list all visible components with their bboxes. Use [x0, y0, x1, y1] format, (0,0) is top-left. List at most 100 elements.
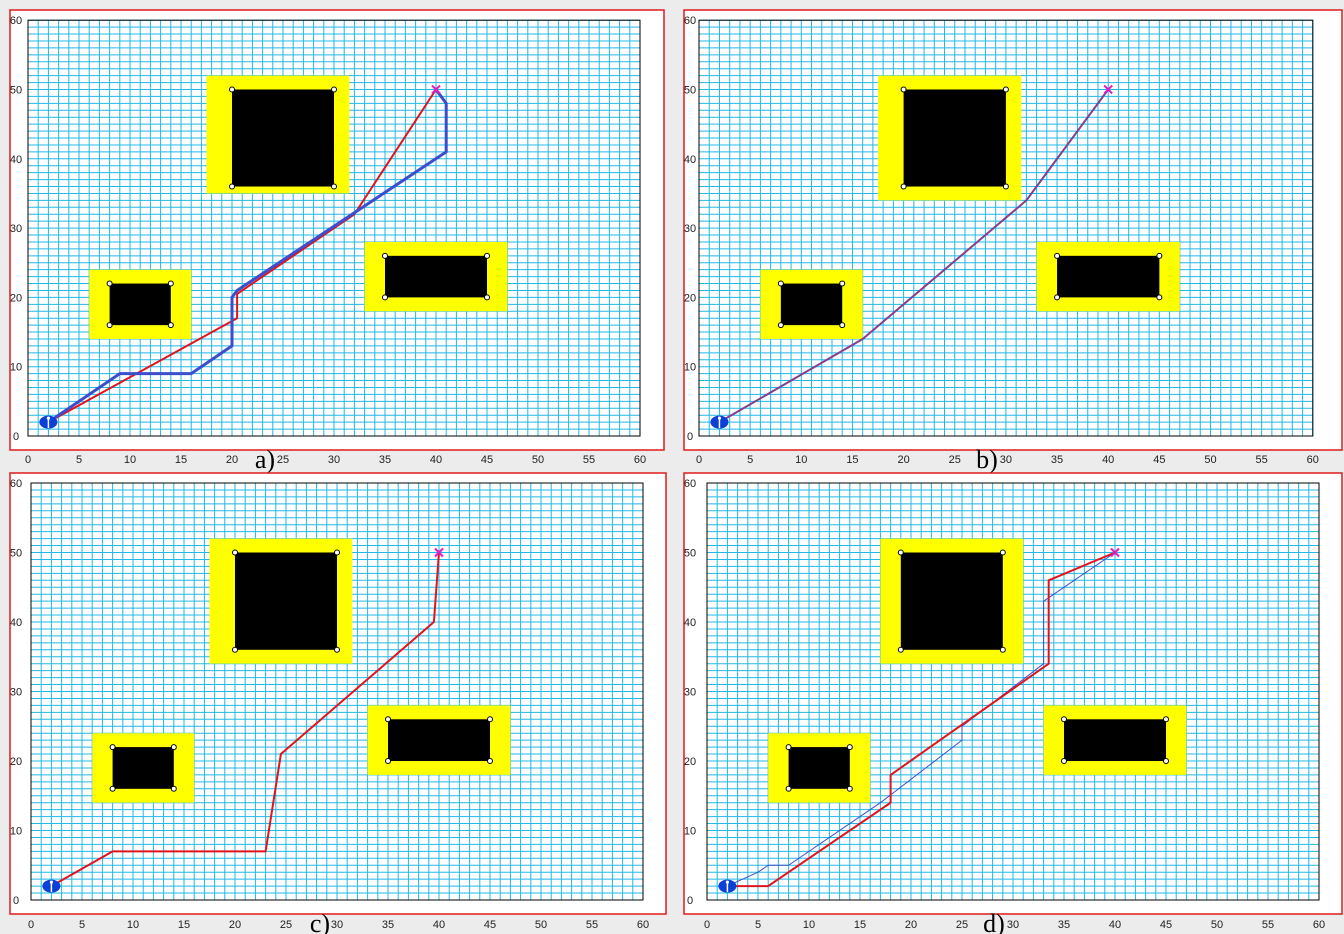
obstacle-vertex	[109, 744, 116, 751]
panel-a: 0 5 10 15 20 25 30 35 40 45 50 55 60 0 10 20 30 40 50 60 a)	[9, 9, 665, 474]
obstacle-vertex	[897, 549, 904, 556]
obstacle-vertex	[484, 252, 490, 259]
obstacle-vertex	[382, 294, 388, 301]
x-tick-label: 60	[1307, 454, 1319, 466]
obstacle-core	[388, 719, 490, 761]
obstacle-2	[92, 733, 195, 803]
y-tick-label: 30	[10, 687, 22, 699]
y-tick-label: 30	[684, 687, 696, 699]
x-tick-label: 10	[795, 454, 807, 466]
x-tick-label: 20	[905, 919, 917, 931]
x-tick-label: 25	[956, 919, 968, 931]
obstacle-vertex	[232, 646, 238, 653]
x-tick-label: 35	[382, 919, 394, 931]
obstacle-1	[206, 75, 350, 194]
x-tick-label: 50	[1204, 454, 1216, 466]
y-tick-label: 60	[684, 478, 696, 490]
panel-d: 0 5 10 15 20 25 30 35 40 45 50 55 60 0 10 20 30 40 50 60 d)	[683, 472, 1343, 934]
y-tick-label: 60	[10, 478, 22, 490]
panel-b: 0 5 10 15 20 25 30 35 40 45 50 55 60 0 10 20 30 40 50 60 b)	[683, 9, 1343, 474]
panel-label: d)	[983, 909, 1005, 934]
obstacle-vertex	[109, 785, 116, 792]
obstacle-vertex	[1061, 758, 1067, 764]
x-tick-label: 55	[586, 919, 598, 931]
x-tick-label: 30	[1000, 454, 1012, 466]
y-tick-label: 20	[684, 292, 696, 304]
y-tick-label: 10	[684, 362, 696, 374]
obstacle-vertex	[785, 785, 792, 792]
obstacle-1	[209, 538, 353, 664]
obstacle-vertex	[170, 785, 177, 792]
y-tick-label: 60	[10, 15, 22, 27]
obstacle-vertex	[385, 758, 391, 764]
y-tick-label: 60	[684, 15, 696, 27]
obstacle-vertex	[1054, 252, 1061, 259]
obstacle-vertex	[385, 716, 391, 723]
x-tick-label: 15	[846, 454, 858, 466]
obstacle-vertex	[1156, 294, 1163, 301]
x-tick-label: 45	[481, 454, 493, 466]
x-tick-label: 35	[379, 454, 391, 466]
x-tick-label: 35	[1051, 454, 1063, 466]
obstacle-vertex	[1163, 758, 1169, 764]
obstacle-2	[768, 733, 871, 803]
y-tick-label: 0	[13, 895, 19, 907]
x-tick-label: 20	[229, 919, 241, 931]
x-tick-label: 45	[484, 919, 496, 931]
y-tick-label: 50	[10, 548, 22, 560]
obstacle-core	[788, 747, 850, 789]
x-tick-label: 20	[897, 454, 909, 466]
obstacle-vertex	[167, 322, 174, 329]
x-tick-label: 0	[696, 454, 702, 466]
x-tick-label: 50	[532, 454, 544, 466]
y-tick-label: 0	[687, 895, 693, 907]
obstacle-core	[385, 255, 487, 298]
x-tick-label: 55	[1256, 454, 1268, 466]
y-tick-label: 20	[10, 756, 22, 768]
obstacle-vertex	[229, 183, 235, 190]
obstacle-vertex	[232, 549, 238, 556]
y-tick-label: 10	[684, 826, 696, 838]
obstacle-vertex	[900, 86, 907, 93]
obstacle-core	[903, 89, 1006, 187]
obstacle-vertex	[334, 646, 340, 653]
y-tick-label: 0	[687, 431, 693, 443]
y-tick-label: 40	[684, 617, 696, 629]
obstacle-vertex	[334, 549, 340, 556]
obstacle-vertex	[846, 785, 853, 792]
x-tick-label: 5	[76, 454, 82, 466]
obstacle-vertex	[1061, 716, 1067, 723]
start-robot-icon	[718, 879, 737, 893]
x-tick-label: 55	[1262, 919, 1274, 931]
obstacle-vertex	[999, 646, 1006, 653]
obstacle-vertex	[999, 549, 1006, 556]
x-tick-label: 40	[430, 454, 442, 466]
obstacle-vertex	[777, 280, 784, 287]
x-tick-label: 40	[1102, 454, 1114, 466]
obstacle-2	[89, 269, 192, 339]
x-tick-label: 60	[637, 919, 649, 931]
obstacle-vertex	[839, 322, 846, 329]
obstacle-3	[1043, 705, 1187, 775]
obstacle-vertex	[1163, 716, 1169, 723]
x-tick-label: 40	[1109, 919, 1121, 931]
y-tick-label: 40	[10, 617, 22, 629]
x-tick-label: 0	[25, 454, 31, 466]
obstacle-vertex	[484, 294, 490, 301]
y-tick-label: 20	[10, 292, 22, 304]
obstacle-vertex	[487, 758, 493, 764]
x-tick-label: 40	[433, 919, 445, 931]
x-tick-label: 25	[277, 454, 289, 466]
x-tick-label: 5	[755, 919, 761, 931]
obstacle-3	[367, 705, 511, 775]
x-tick-label: 25	[280, 919, 292, 931]
start-robot-icon	[710, 415, 729, 429]
x-tick-label: 50	[535, 919, 547, 931]
obstacle-vertex	[382, 252, 388, 259]
obstacle-vertex	[229, 86, 235, 93]
start-robot-icon	[42, 879, 61, 893]
obstacle-core	[235, 552, 337, 650]
start-robot-icon	[39, 415, 58, 429]
obstacle-core	[900, 552, 1003, 650]
x-tick-label: 10	[127, 919, 139, 931]
